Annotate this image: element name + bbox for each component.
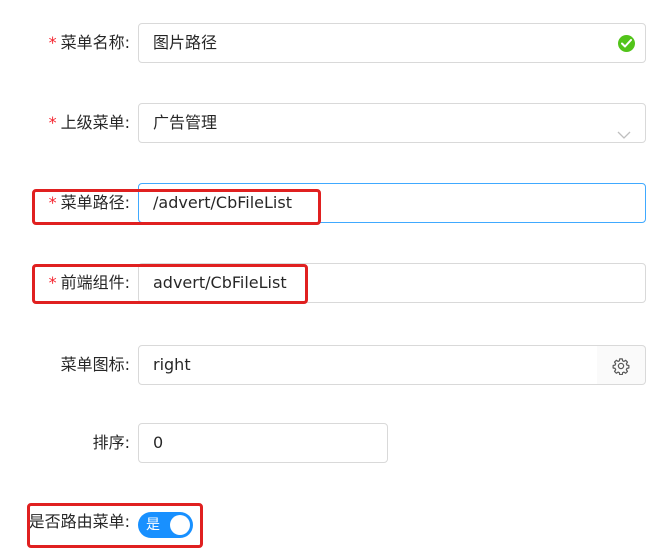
menu-name-label: * 菜单名称: [49, 23, 130, 63]
parent-menu-value: 广告管理 [153, 113, 218, 132]
sort-value: 0 [153, 433, 164, 452]
component-input[interactable]: advert/CbFileList [138, 263, 646, 303]
menu-path-label-text: 菜单路径: [60, 193, 130, 212]
menu-path-input[interactable]: /advert/CbFileList [138, 183, 646, 223]
component-row: * 前端组件: advert/CbFileList [0, 263, 657, 303]
sort-row: 排序: 0 [0, 423, 657, 463]
menu-path-value: /advert/CbFileList [153, 193, 292, 212]
is-route-label: 是否路由菜单: [28, 512, 130, 531]
check-circle-icon [618, 35, 635, 52]
required-mark: * [48, 113, 57, 132]
menu-icon-input[interactable]: right [138, 345, 598, 385]
component-value: advert/CbFileList [153, 273, 287, 292]
required-mark: * [48, 273, 57, 292]
required-mark: * [48, 33, 57, 52]
menu-form: * 菜单名称: 图片路径 * 上级菜单: 广告管理 * 菜单路径: /advert/C… [0, 0, 657, 559]
is-route-switch[interactable]: 是 [138, 512, 193, 538]
required-mark: * [48, 193, 57, 212]
icon-picker-button[interactable] [597, 345, 646, 385]
menu-name-input[interactable]: 图片路径 [138, 23, 646, 63]
component-label-text: 前端组件: [60, 273, 130, 292]
parent-menu-label: * 上级菜单: [49, 103, 130, 143]
menu-path-label: * 菜单路径: [49, 183, 130, 223]
menu-path-row: * 菜单路径: /advert/CbFileList [0, 183, 657, 223]
switch-text: 是 [146, 517, 160, 533]
menu-icon-label: 菜单图标: [60, 355, 130, 374]
chevron-down-icon [617, 117, 631, 155]
gear-icon [612, 358, 630, 375]
is-route-row: 是否路由菜单: 是 [0, 502, 657, 542]
sort-input[interactable]: 0 [138, 423, 388, 463]
parent-menu-select[interactable]: 广告管理 [138, 103, 646, 143]
sort-label: 排序: [92, 433, 130, 452]
parent-menu-row: * 上级菜单: 广告管理 [0, 103, 657, 143]
switch-knob [170, 515, 190, 535]
menu-name-label-text: 菜单名称: [60, 33, 130, 52]
menu-icon-row: 菜单图标: right [0, 345, 657, 385]
menu-icon-value: right [153, 355, 191, 374]
component-label: * 前端组件: [49, 263, 130, 303]
parent-menu-label-text: 上级菜单: [60, 113, 130, 132]
menu-name-value: 图片路径 [153, 33, 218, 52]
menu-name-row: * 菜单名称: 图片路径 [0, 23, 657, 63]
